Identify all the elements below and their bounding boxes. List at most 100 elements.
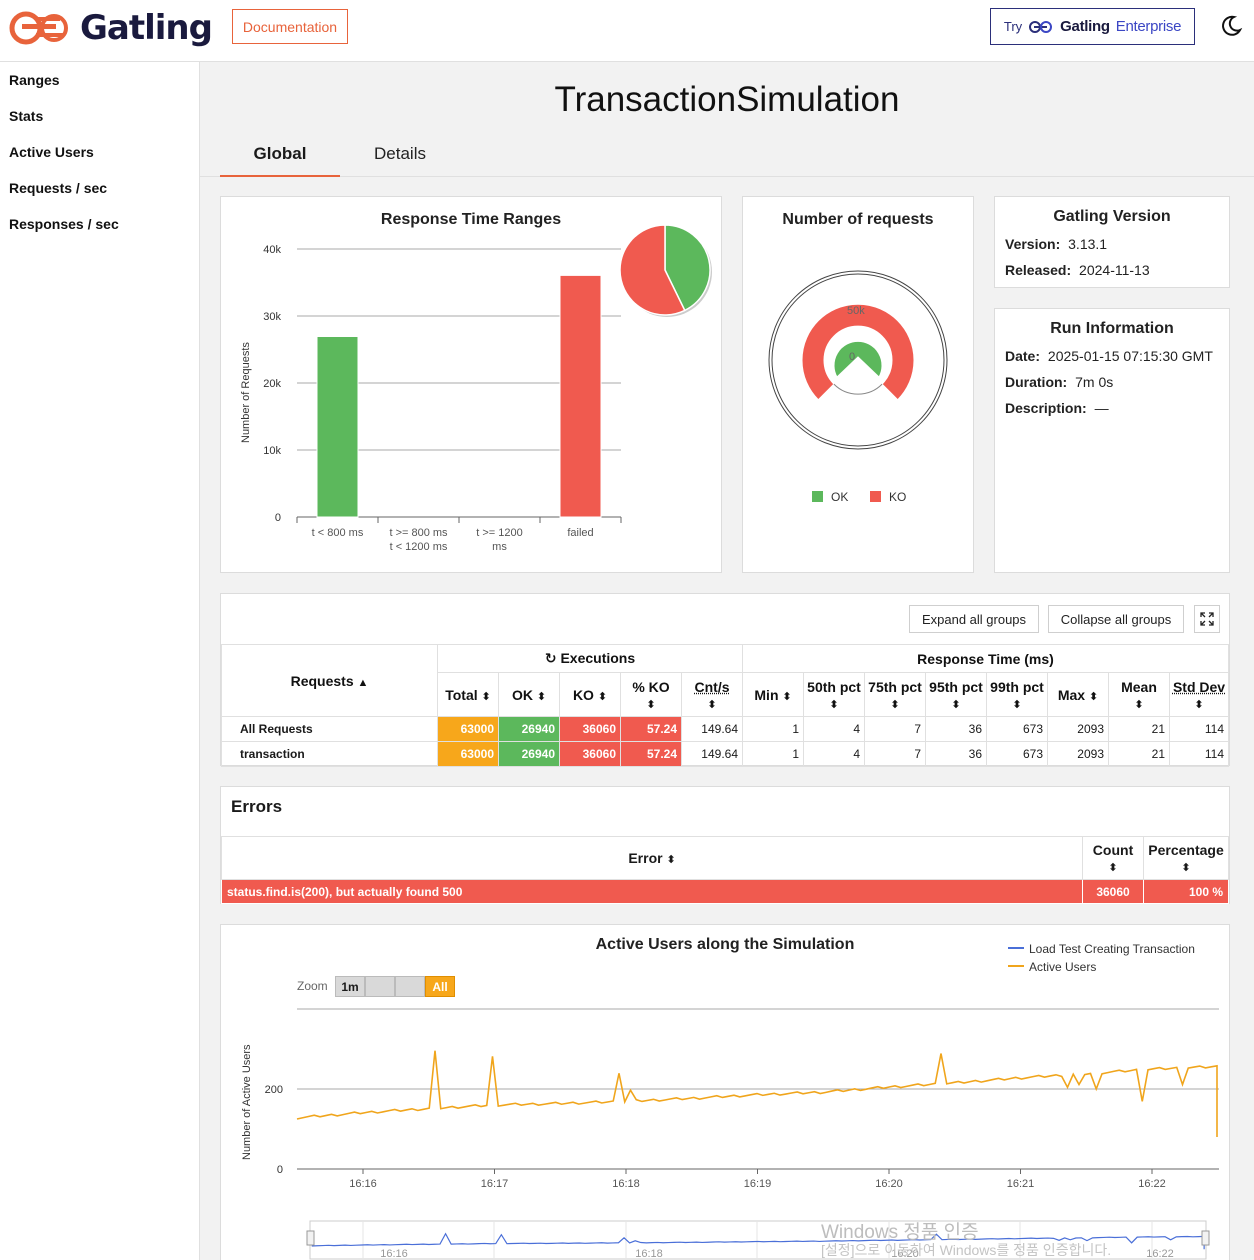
col-p99-label: 99th pct: [990, 679, 1044, 695]
response-time-ranges-card: Response Time Ranges Number of Requests …: [220, 196, 722, 573]
error-percentage: 100 %: [1144, 880, 1229, 904]
logo-text: Gatling: [80, 8, 212, 48]
sort-icon: ⬍: [482, 691, 491, 703]
col-pct-ko[interactable]: % KO ⬍: [621, 673, 682, 717]
sidebar-item-requests-per-sec[interactable]: Requests / sec: [0, 170, 199, 206]
version-value: 3.13.1: [1068, 236, 1107, 252]
col-min-label: Min: [754, 687, 778, 703]
col-pct-ko-label: % KO: [632, 679, 669, 695]
enterprise-suffix: Enterprise: [1116, 18, 1181, 35]
cell-total: 63000: [438, 742, 499, 767]
active-users-series-line: [297, 1051, 1217, 1137]
ranges-x-tick-label: t < 1200 ms: [390, 541, 448, 553]
requests-column-header[interactable]: Requests ▲: [222, 645, 438, 717]
col-mean[interactable]: Mean ⬍: [1109, 673, 1170, 717]
cell-mean: 21: [1109, 717, 1170, 742]
col-ok[interactable]: OK ⬍: [499, 673, 560, 717]
table-row[interactable]: transaction 63000 26940 36060 57.24 149.…: [222, 742, 1229, 767]
users-x-tick-label: 16:18: [612, 1178, 640, 1190]
expand-icon: [1200, 612, 1214, 626]
ranges-y-tick-label: 10k: [263, 445, 281, 457]
count-column-header[interactable]: Count ⬍: [1083, 837, 1144, 880]
percentage-column-header[interactable]: Percentage ⬍: [1144, 837, 1229, 880]
col-p95-label: 95th pct: [929, 679, 983, 695]
gauge-label-min: 0: [849, 351, 855, 363]
gatling-logo-icon: [8, 9, 70, 47]
ranges-bar: [560, 275, 601, 517]
cell-ok: 26940: [499, 742, 560, 767]
col-mean-label: Mean: [1121, 679, 1157, 695]
gatling-enterprise-icon: [1028, 20, 1054, 34]
tab-details[interactable]: Details: [340, 144, 460, 177]
sidebar-item-stats[interactable]: Stats: [0, 98, 199, 134]
error-message: status.find.is(200), but actually found …: [222, 880, 1083, 904]
sort-icon: ⬍: [666, 854, 675, 866]
moon-icon[interactable]: [1218, 13, 1244, 39]
col-p99[interactable]: 99th pct ⬍: [987, 673, 1048, 717]
sidebar-item-responses-per-sec[interactable]: Responses / sec: [0, 206, 199, 242]
ranges-x-tick-label: t >= 1200: [476, 527, 523, 539]
cell-min: 1: [743, 717, 804, 742]
col-p75[interactable]: 75th pct ⬍: [865, 673, 926, 717]
col-max[interactable]: Max ⬍: [1048, 673, 1109, 717]
col-total[interactable]: Total ⬍: [438, 673, 499, 717]
sort-asc-icon: ▲: [358, 677, 369, 689]
ranges-y-tick-label: 0: [275, 512, 281, 524]
ranges-x-tick-label: ms: [492, 541, 507, 553]
errors-title: Errors: [231, 797, 282, 817]
cell-total: 63000: [438, 717, 499, 742]
executions-header-label: Executions: [560, 650, 635, 666]
row-name[interactable]: All Requests: [222, 717, 438, 742]
cell-ko: 36060: [560, 717, 621, 742]
ranges-y-tick-label: 40k: [263, 244, 281, 256]
col-p95[interactable]: 95th pct ⬍: [926, 673, 987, 717]
top-bar: Gatling Documentation Try Gatling Enterpr…: [0, 0, 1254, 62]
legend-ko-swatch: [870, 491, 881, 502]
navigator-tick-label: 16:16: [380, 1248, 408, 1260]
col-p50[interactable]: 50th pct ⬍: [804, 673, 865, 717]
run-information-card: Run Information Date: 2025-01-15 07:15:3…: [994, 308, 1230, 573]
fullscreen-button[interactable]: [1194, 605, 1220, 633]
users-y-tick-label: 200: [265, 1084, 283, 1096]
col-max-label: Max: [1058, 687, 1085, 703]
version-label: Version:: [1005, 236, 1060, 252]
table-row[interactable]: All Requests 63000 26940 36060 57.24 149…: [222, 717, 1229, 742]
documentation-button[interactable]: Documentation: [232, 9, 348, 44]
col-std-dev[interactable]: Std Dev ⬍: [1170, 673, 1229, 717]
released-label: Released:: [1005, 262, 1071, 278]
cell-p99: 673: [987, 742, 1048, 767]
requests-gauge-chart: 50k 0 OK KO: [743, 197, 973, 572]
col-cnt-s[interactable]: Cnt/s ⬍: [682, 673, 743, 717]
error-row: status.find.is(200), but actually found …: [222, 880, 1229, 904]
error-col-label: Error: [628, 850, 662, 866]
ranges-y-tick-label: 20k: [263, 378, 281, 390]
stats-table-card: Expand all groups Collapse all groups Re…: [220, 593, 1230, 766]
sidebar-item-ranges[interactable]: Ranges: [0, 62, 199, 98]
col-min[interactable]: Min ⬍: [743, 673, 804, 717]
cell-min: 1: [743, 742, 804, 767]
description-value: —: [1095, 400, 1109, 416]
collapse-all-groups-button[interactable]: Collapse all groups: [1048, 605, 1184, 633]
users-x-tick-label: 16:21: [1007, 1178, 1035, 1190]
sidebar-item-active-users[interactable]: Active Users: [0, 134, 199, 170]
released-value: 2024-11-13: [1079, 262, 1150, 278]
tab-global[interactable]: Global: [220, 144, 340, 177]
col-ko[interactable]: KO ⬍: [560, 673, 621, 717]
sort-icon: ⬍: [1089, 691, 1098, 703]
try-enterprise-button[interactable]: Try Gatling Enterprise: [990, 8, 1195, 45]
error-column-header[interactable]: Error ⬍: [222, 837, 1083, 880]
executions-header: ↻ Executions: [438, 645, 743, 673]
expand-all-groups-button[interactable]: Expand all groups: [909, 605, 1039, 633]
cell-p50: 4: [804, 742, 865, 767]
cell-pct-ko: 57.24: [621, 717, 682, 742]
description-label: Description:: [1005, 400, 1087, 416]
cell-p95: 36: [926, 742, 987, 767]
gatling-logo[interactable]: Gatling: [8, 8, 212, 48]
users-x-tick-label: 16:16: [349, 1178, 377, 1190]
ranges-y-tick-label: 30k: [263, 311, 281, 323]
users-y-tick-label: 0: [277, 1164, 283, 1176]
cell-pct-ko: 57.24: [621, 742, 682, 767]
row-name[interactable]: transaction: [222, 742, 438, 767]
date-label: Date:: [1005, 348, 1040, 364]
sort-icon: ⬍: [1181, 862, 1190, 874]
